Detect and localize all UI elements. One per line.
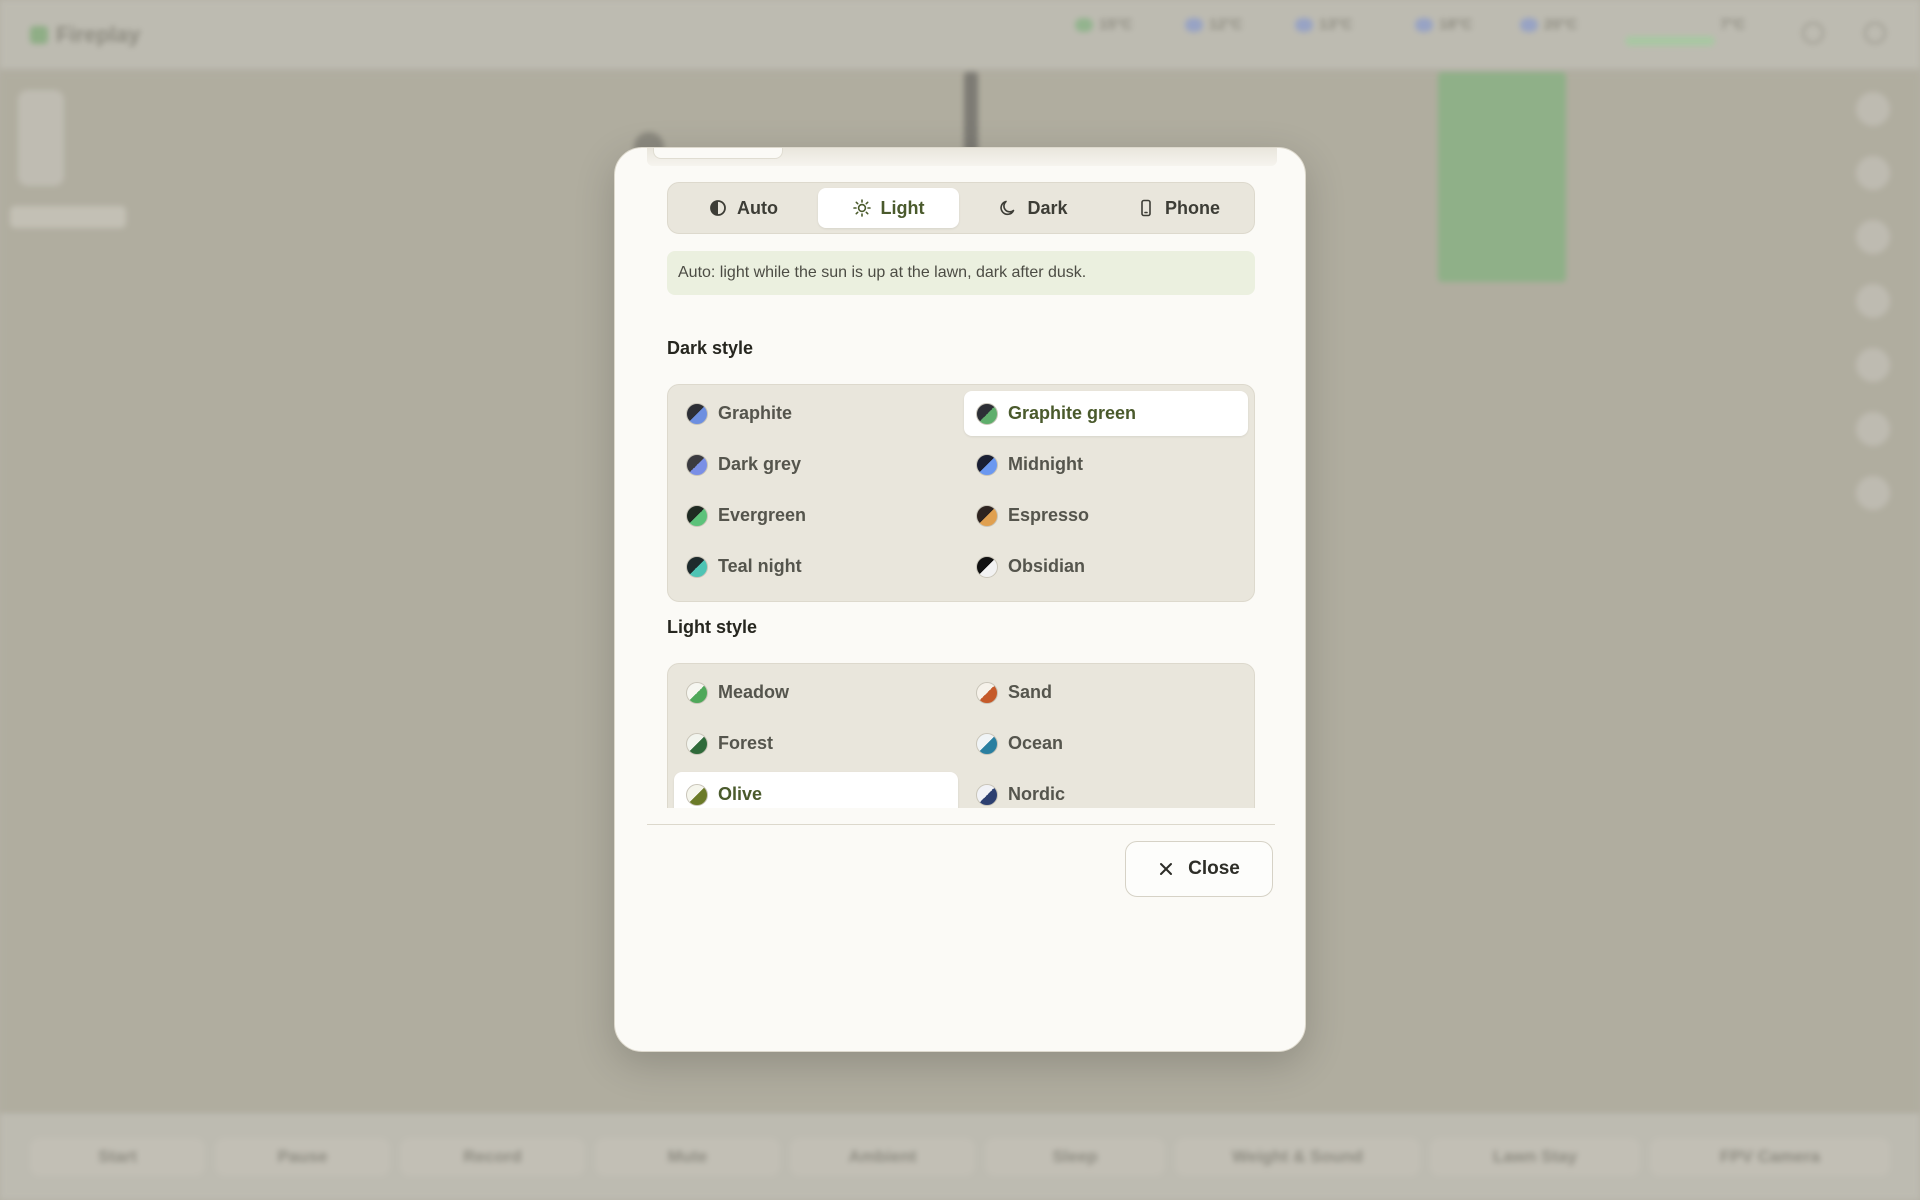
dark-style-option[interactable]: Dark grey: [674, 442, 958, 487]
top-bar: Fireplay 15°C 12°C 13°C 18°C 20°C 7°C: [0, 0, 1920, 70]
phone-icon: [1141, 199, 1151, 217]
dark-style-options: Graphite Graphite green Dark grey Midnight E…: [667, 384, 1255, 602]
lawn-zone: [1438, 72, 1566, 282]
style-option-label: Ocean: [1008, 733, 1064, 753]
style-option-label: Obsidian: [1008, 556, 1086, 576]
scale-label: [10, 206, 126, 228]
style-option-label: Teal night: [718, 556, 802, 576]
light-style-option[interactable]: Nordic: [964, 772, 1248, 808]
theme-swatch-icon: [976, 504, 998, 527]
style-option-label: Nordic: [1008, 784, 1066, 804]
dark-style-option[interactable]: Graphite: [674, 391, 958, 436]
light-style-option[interactable]: Ocean: [964, 721, 1248, 766]
theme-swatch-icon: [976, 783, 998, 806]
auto-mode-info: Auto: light while the sun is up at the l…: [667, 251, 1255, 295]
sun-icon: [852, 199, 871, 217]
half-circle-icon: [710, 200, 726, 216]
close-icon: [1160, 863, 1173, 875]
dark-style-option[interactable]: Graphite green: [964, 391, 1248, 436]
weather-item: 12°C: [1185, 16, 1243, 33]
mode-label: Dark: [1027, 197, 1068, 218]
mode-light-button[interactable]: Light: [818, 188, 959, 228]
bottom-button: Record: [400, 1138, 585, 1176]
dark-style-option[interactable]: Evergreen: [674, 493, 958, 538]
light-style-option[interactable]: Meadow: [674, 670, 958, 715]
style-option-label: Sand: [1008, 682, 1053, 702]
theme-swatch-icon: [976, 681, 998, 704]
bottom-button: Start: [30, 1138, 205, 1176]
scroll-fade: [647, 148, 1277, 166]
mode-dark-button[interactable]: Dark: [963, 188, 1104, 228]
close-button[interactable]: Close: [1125, 841, 1273, 897]
light-style-option[interactable]: Sand: [964, 670, 1248, 715]
zoom-controls: [18, 90, 64, 186]
theme-swatch-icon: [686, 453, 708, 476]
theme-swatch-icon: [686, 783, 708, 806]
theme-swatch-icon: [686, 402, 708, 425]
light-style-option[interactable]: Forest: [674, 721, 958, 766]
light-style-options: Meadow Sand Forest Ocean Olive Nordic: [667, 663, 1255, 808]
style-option-label: Graphite: [718, 403, 793, 423]
theme-swatch-icon: [976, 555, 998, 578]
theme-dialog: Auto Light Dark Phone Auto: light while …: [614, 147, 1306, 1052]
sparkline: [1625, 36, 1715, 46]
close-label: Close: [1188, 858, 1240, 879]
mode-phone-button[interactable]: Phone: [1108, 188, 1249, 228]
footer-divider: [647, 824, 1275, 825]
bottom-button: Pause: [215, 1138, 390, 1176]
dialog-scroll-area[interactable]: Auto Light Dark Phone Auto: light while …: [615, 148, 1305, 808]
weather-item: 13°C: [1295, 16, 1353, 33]
dark-style-option[interactable]: Midnight: [964, 442, 1248, 487]
style-option-label: Espresso: [1008, 505, 1090, 525]
style-option-label: Graphite green: [1008, 403, 1137, 423]
dark-style-option[interactable]: Teal night: [674, 544, 958, 589]
theme-swatch-icon: [976, 453, 998, 476]
mode-label: Phone: [1164, 197, 1220, 218]
dark-style-option[interactable]: Obsidian: [964, 544, 1248, 589]
temperature-value: 7°C: [1720, 16, 1746, 33]
style-option-label: Meadow: [718, 682, 790, 702]
light-style-title: Light style: [667, 617, 758, 637]
tool-rail: [1856, 92, 1898, 512]
bottom-button: Weight & Sound: [1175, 1138, 1420, 1176]
account-icon: [1864, 22, 1886, 44]
app-logo: Fireplay: [30, 22, 140, 48]
style-option-label: Evergreen: [718, 505, 807, 525]
bottom-button: Lawn Stay: [1430, 1138, 1640, 1176]
mode-label: Auto: [737, 197, 778, 218]
theme-swatch-icon: [686, 504, 708, 527]
settings-icon: [1802, 22, 1824, 44]
style-option-label: Forest: [718, 733, 774, 753]
style-option-label: Olive: [718, 784, 763, 804]
light-style-option[interactable]: Olive: [674, 772, 958, 808]
bottom-button: FPV Camera: [1650, 1138, 1890, 1176]
mode-auto-button[interactable]: Auto: [673, 188, 814, 228]
style-option-label: Midnight: [1008, 454, 1083, 474]
dark-style-title: Dark style: [667, 338, 754, 358]
theme-swatch-icon: [686, 555, 708, 578]
theme-swatch-icon: [686, 732, 708, 755]
mode-label: Light: [880, 197, 925, 218]
theme-swatch-icon: [976, 732, 998, 755]
weather-item: 18°C: [1415, 16, 1473, 33]
bottom-button: Mute: [595, 1138, 780, 1176]
theme-swatch-icon: [976, 402, 998, 425]
weather-item: 20°C: [1520, 16, 1578, 33]
dark-style-option[interactable]: Espresso: [964, 493, 1248, 538]
bottom-button: Ambient: [790, 1138, 975, 1176]
theme-swatch-icon: [686, 681, 708, 704]
appearance-mode-selector: Auto Light Dark Phone: [667, 182, 1255, 234]
bottom-button: Sleep: [985, 1138, 1165, 1176]
weather-item: 15°C: [1075, 16, 1133, 33]
style-option-label: Dark grey: [718, 454, 802, 474]
moon-icon: [1000, 200, 1015, 216]
